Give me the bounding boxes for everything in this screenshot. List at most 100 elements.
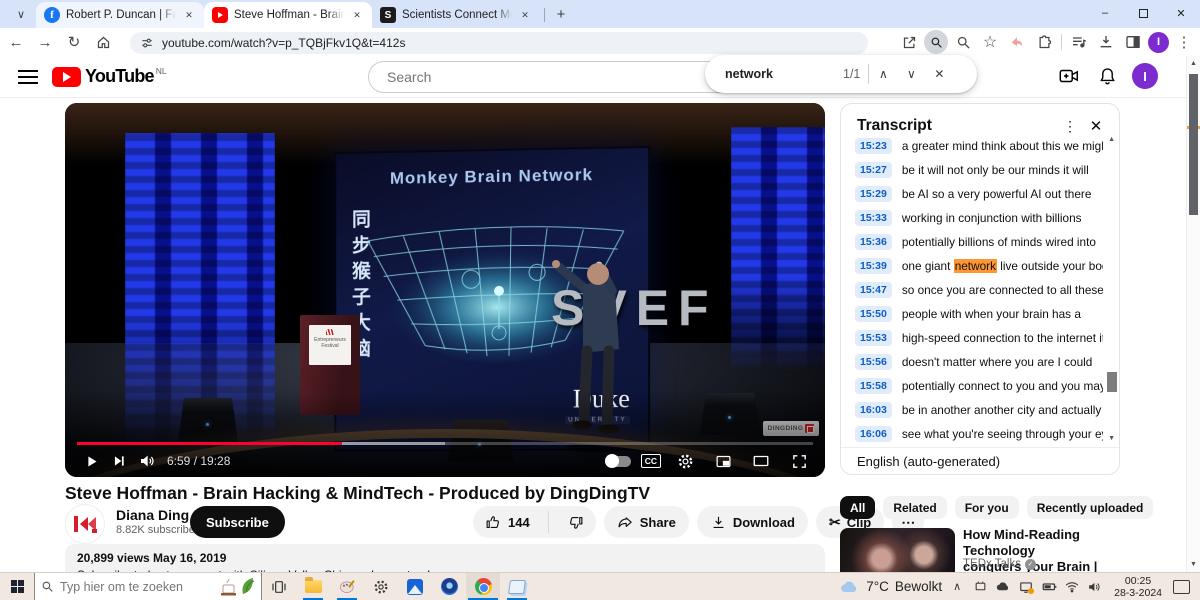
extension-arrow-icon[interactable] [1005, 30, 1029, 54]
settings-button[interactable] [364, 573, 398, 600]
filter-chip[interactable]: All [840, 496, 875, 519]
side-panel-icon[interactable] [1121, 30, 1145, 54]
cue-timestamp[interactable]: 15:36 [855, 234, 892, 250]
browser-menu-icon[interactable]: ⋮ [1172, 30, 1196, 54]
find-next-icon[interactable]: ∨ [897, 60, 925, 88]
cue-timestamp[interactable]: 15:47 [855, 282, 892, 298]
cue-timestamp[interactable]: 16:06 [855, 426, 892, 442]
transcript-cue[interactable]: 15:36 potentially billions of minds wired… [841, 230, 1103, 254]
find-input[interactable] [725, 67, 843, 81]
transcript-cue[interactable]: 15:50 people with when your brain has a [841, 302, 1103, 326]
dislike-button[interactable] [555, 513, 596, 531]
transcript-cue[interactable]: 15:58 potentially connect to you and you … [841, 374, 1103, 398]
channel-avatar[interactable] [65, 504, 105, 544]
related-video-channel[interactable]: TEDx Talks ✓ [963, 558, 1036, 570]
youtube-profile-avatar[interactable]: I [1132, 63, 1158, 89]
transcript-cue[interactable]: 15:33 working in conjunction with billion… [841, 206, 1103, 230]
find-previous-icon[interactable]: ∧ [869, 60, 897, 88]
find-in-page-icon[interactable] [924, 30, 948, 54]
share-button[interactable]: Share [604, 506, 689, 538]
cue-timestamp[interactable]: 15:53 [855, 330, 892, 346]
transcript-cue[interactable]: 15:39 one giant network live outside your… [841, 254, 1103, 278]
camera-app-button[interactable] [432, 573, 466, 600]
like-button[interactable]: 144 [473, 513, 542, 531]
channel-name[interactable]: Diana Ding [116, 507, 189, 523]
theater-mode-button[interactable] [747, 447, 775, 475]
start-button[interactable] [0, 573, 34, 600]
media-playlist-icon[interactable] [1067, 30, 1091, 54]
forward-icon[interactable]: → [32, 30, 58, 54]
cue-timestamp[interactable]: 15:33 [855, 210, 892, 226]
transcript-cue[interactable]: 16:06 see what you're seeing through your… [841, 422, 1103, 446]
minimize-button[interactable]: – [1086, 0, 1124, 26]
taskbar-clock[interactable]: 00:25 28-3-2024 [1114, 575, 1162, 599]
transcript-scroll-down-icon[interactable]: ▼ [1108, 435, 1115, 442]
tab-close-icon[interactable]: ✕ [350, 8, 364, 22]
youtube-logo[interactable]: YouTube NL [52, 66, 167, 87]
maximize-button[interactable] [1124, 0, 1162, 26]
cue-timestamp[interactable]: 15:58 [855, 378, 892, 394]
share-page-icon[interactable] [897, 30, 921, 54]
next-button[interactable] [105, 447, 133, 475]
scrollbar-up-icon[interactable]: ▲ [1190, 60, 1197, 67]
volume-tray-icon[interactable] [1087, 579, 1103, 595]
subscribe-button[interactable]: Subscribe [190, 506, 285, 538]
search-highlight-image[interactable] [219, 576, 259, 598]
weather-widget[interactable]: 7°C Bewolkt [840, 579, 942, 594]
tray-window-icon[interactable] [972, 579, 988, 595]
transcript-cue[interactable]: 15:56 doesn't matter where you are I coul… [841, 350, 1103, 374]
photos-button[interactable] [398, 573, 432, 600]
browser-profile-avatar[interactable]: I [1148, 32, 1169, 53]
url-text[interactable]: youtube.com/watch?v=p_TQBjFkv1Q&t=412s [162, 36, 405, 50]
fullscreen-button[interactable] [785, 447, 813, 475]
transcript-scrollbar-thumb[interactable] [1107, 372, 1117, 392]
home-icon[interactable] [90, 30, 116, 54]
back-icon[interactable]: ← [3, 30, 29, 54]
transcript-cue[interactable]: 15:29 be AI so a very powerful AI out the… [841, 182, 1103, 206]
menu-hamburger-icon[interactable] [18, 70, 38, 84]
download-tray-icon[interactable] [1094, 30, 1118, 54]
filter-chip[interactable]: Recently uploaded [1027, 496, 1154, 519]
cue-timestamp[interactable]: 15:27 [855, 162, 892, 178]
cue-timestamp[interactable]: 16:03 [855, 402, 892, 418]
extensions-puzzle-icon[interactable] [1032, 30, 1056, 54]
autoplay-toggle[interactable] [605, 456, 631, 467]
filter-chip[interactable]: For you [955, 496, 1019, 519]
scrollbar-down-icon[interactable]: ▼ [1190, 561, 1197, 568]
battery-icon[interactable] [1041, 579, 1057, 595]
filter-chip[interactable]: Related [883, 496, 946, 519]
notifications-bell-icon[interactable] [1094, 63, 1120, 89]
chrome-button[interactable] [466, 573, 500, 600]
create-video-icon[interactable] [1056, 63, 1082, 89]
tab-close-icon[interactable]: ✕ [182, 8, 196, 22]
reload-icon[interactable]: ↻ [61, 30, 87, 54]
tab-close-icon[interactable]: ✕ [518, 8, 532, 22]
download-button[interactable]: Download [697, 506, 808, 538]
close-window-button[interactable]: ✕ [1162, 0, 1200, 26]
captions-button[interactable]: CC [641, 454, 661, 468]
task-view-button[interactable] [262, 573, 296, 600]
miniplayer-button[interactable] [709, 447, 737, 475]
transcript-cue[interactable]: 16:03 be in another another city and actu… [841, 398, 1103, 422]
transcript-cue[interactable]: 15:47 so once you are connected to all th… [841, 278, 1103, 302]
scrollbar-thumb[interactable] [1189, 74, 1198, 215]
taskbar-search-input[interactable] [60, 580, 190, 594]
wifi-icon[interactable] [1064, 579, 1080, 595]
new-tab-button[interactable]: + [549, 2, 573, 26]
browser-tab[interactable]: fRobert P. Duncan | Facebook✕ [36, 2, 204, 28]
cue-timestamp[interactable]: 15:56 [855, 354, 892, 370]
cue-timestamp[interactable]: 15:50 [855, 306, 892, 322]
cue-timestamp[interactable]: 15:23 [855, 138, 892, 154]
volume-icon[interactable] [133, 447, 161, 475]
cue-timestamp[interactable]: 15:39 [855, 258, 892, 274]
zoom-icon[interactable] [951, 30, 975, 54]
play-button[interactable] [77, 447, 105, 475]
notes-app-button[interactable] [500, 573, 534, 600]
transcript-cue[interactable]: 15:27 be it will not only be our minds it… [841, 158, 1103, 182]
page-scrollbar[interactable]: ▲ ▼ [1186, 56, 1200, 572]
transcript-cue[interactable]: 15:23 a greater mind think about this we … [841, 134, 1103, 158]
video-player[interactable]: Monkey Brain Network 同步猴子大脑 SVEF Entrepr… [65, 103, 825, 477]
cue-timestamp[interactable]: 15:29 [855, 186, 892, 202]
address-bar[interactable]: youtube.com/watch?v=p_TQBjFkv1Q&t=412s [130, 32, 868, 54]
bookmark-star-icon[interactable]: ☆ [978, 30, 1002, 54]
